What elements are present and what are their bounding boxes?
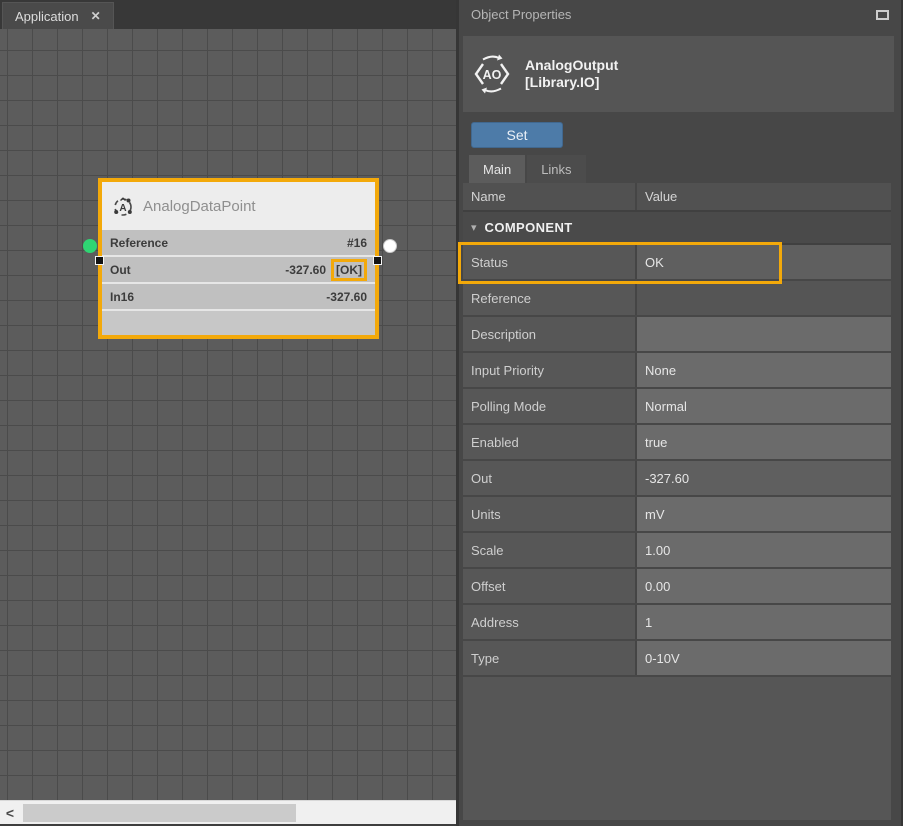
grid-canvas[interactable] [0, 29, 456, 800]
property-row[interactable]: Description [463, 317, 891, 353]
property-value[interactable]: true [635, 425, 891, 459]
property-row[interactable]: Address 1 [463, 605, 891, 641]
property-row[interactable]: Enabled true [463, 425, 891, 461]
horizontal-scrollbar[interactable]: < [0, 800, 456, 824]
property-name: Description [463, 317, 635, 351]
block-row-value: -327.60 [285, 263, 326, 277]
window-restore-icon[interactable] [876, 10, 889, 20]
tab-close-icon[interactable]: ✕ [91, 9, 101, 23]
property-name: Status [463, 245, 635, 279]
wire-sheet-workspace: Application ✕ A AnalogDataPoint Referenc… [0, 0, 456, 826]
property-row[interactable]: Offset 0.00 [463, 569, 891, 605]
object-properties-panel: Object Properties AO AnalogOutput [Libra… [456, 0, 903, 826]
left-connection-handle[interactable] [95, 256, 104, 265]
ok-status-highlight: [OK] [331, 259, 367, 281]
block-row-in16[interactable]: In16 -327.60 [102, 284, 375, 311]
svg-text:A: A [119, 203, 126, 214]
property-value[interactable]: mV [635, 497, 891, 531]
block-title: AnalogDataPoint [143, 198, 256, 215]
property-row[interactable]: Reference [463, 281, 891, 317]
property-value[interactable]: None [635, 353, 891, 387]
property-row[interactable]: Type 0-10V [463, 641, 891, 677]
property-rows-container: Status OK Reference Description Input Pr… [463, 245, 891, 677]
property-value[interactable]: 1 [635, 605, 891, 639]
right-connection-handle[interactable] [373, 256, 382, 265]
block-row-label: Reference [110, 236, 168, 250]
tab-application-label: Application [15, 9, 79, 24]
property-name: Type [463, 641, 635, 675]
property-value[interactable]: 1.00 [635, 533, 891, 567]
object-name: AnalogOutput [525, 57, 618, 74]
properties-table: Name Value ▾ COMPONENT Status OK Referen… [463, 183, 891, 820]
analog-point-icon: A [112, 195, 134, 217]
scrollbar-thumb[interactable] [23, 804, 296, 822]
property-name: Scale [463, 533, 635, 567]
section-label: COMPONENT [485, 220, 573, 235]
property-value[interactable]: 0-10V [635, 641, 891, 675]
scroll-left-arrow-icon[interactable]: < [0, 805, 20, 821]
analog-data-point-block[interactable]: A AnalogDataPoint Reference #16 Out -327… [98, 178, 379, 339]
tab-application[interactable]: Application ✕ [2, 2, 114, 29]
property-name: Enabled [463, 425, 635, 459]
panel-title-bar: Object Properties [459, 0, 901, 30]
property-name: Offset [463, 569, 635, 603]
block-row-label: In16 [110, 290, 134, 304]
property-row[interactable]: Scale 1.00 [463, 533, 891, 569]
component-section-header[interactable]: ▾ COMPONENT [463, 212, 891, 245]
property-value[interactable] [635, 317, 891, 351]
properties-tab-bar: Main Links [469, 155, 586, 183]
collapse-caret-icon[interactable]: ▾ [471, 221, 477, 234]
block-header[interactable]: A AnalogDataPoint [102, 182, 375, 230]
property-value[interactable]: 0.00 [635, 569, 891, 603]
canvas-tab-bar: Application ✕ [0, 0, 456, 29]
property-name: Units [463, 497, 635, 531]
input-port-dot[interactable] [83, 239, 97, 253]
block-footer [102, 311, 375, 335]
property-name: Reference [463, 281, 635, 315]
property-row[interactable]: Status OK [463, 245, 891, 281]
set-button[interactable]: Set [471, 122, 563, 148]
property-row[interactable]: Polling Mode Normal [463, 389, 891, 425]
property-value[interactable]: -327.60 [635, 461, 891, 495]
column-header-name: Name [463, 189, 635, 204]
property-value[interactable]: OK [635, 245, 891, 279]
property-row[interactable]: Input Priority None [463, 353, 891, 389]
property-name: Out [463, 461, 635, 495]
property-value[interactable] [635, 281, 891, 315]
application-window: Application ✕ A AnalogDataPoint Referenc… [0, 0, 903, 826]
block-row-out[interactable]: Out -327.60 [OK] [102, 257, 375, 284]
property-row[interactable]: Out -327.60 [463, 461, 891, 497]
property-name: Polling Mode [463, 389, 635, 423]
analog-output-icon: AO [471, 53, 513, 95]
column-header-value: Value [635, 183, 891, 210]
block-row-value: -327.60 [326, 290, 367, 304]
block-row-label: Out [110, 263, 131, 277]
block-row-value: #16 [347, 236, 367, 250]
table-header-row: Name Value [463, 183, 891, 212]
tab-links[interactable]: Links [527, 155, 585, 183]
property-name: Address [463, 605, 635, 639]
property-row[interactable]: Units mV [463, 497, 891, 533]
object-library: [Library.IO] [525, 74, 618, 91]
output-port-dot[interactable] [383, 239, 397, 253]
svg-text:AO: AO [483, 68, 502, 82]
selected-object-info: AO AnalogOutput [Library.IO] [463, 36, 894, 112]
property-value[interactable]: Normal [635, 389, 891, 423]
panel-title: Object Properties [471, 7, 571, 22]
block-row-reference[interactable]: Reference #16 [102, 230, 375, 257]
tab-main[interactable]: Main [469, 155, 525, 183]
property-name: Input Priority [463, 353, 635, 387]
